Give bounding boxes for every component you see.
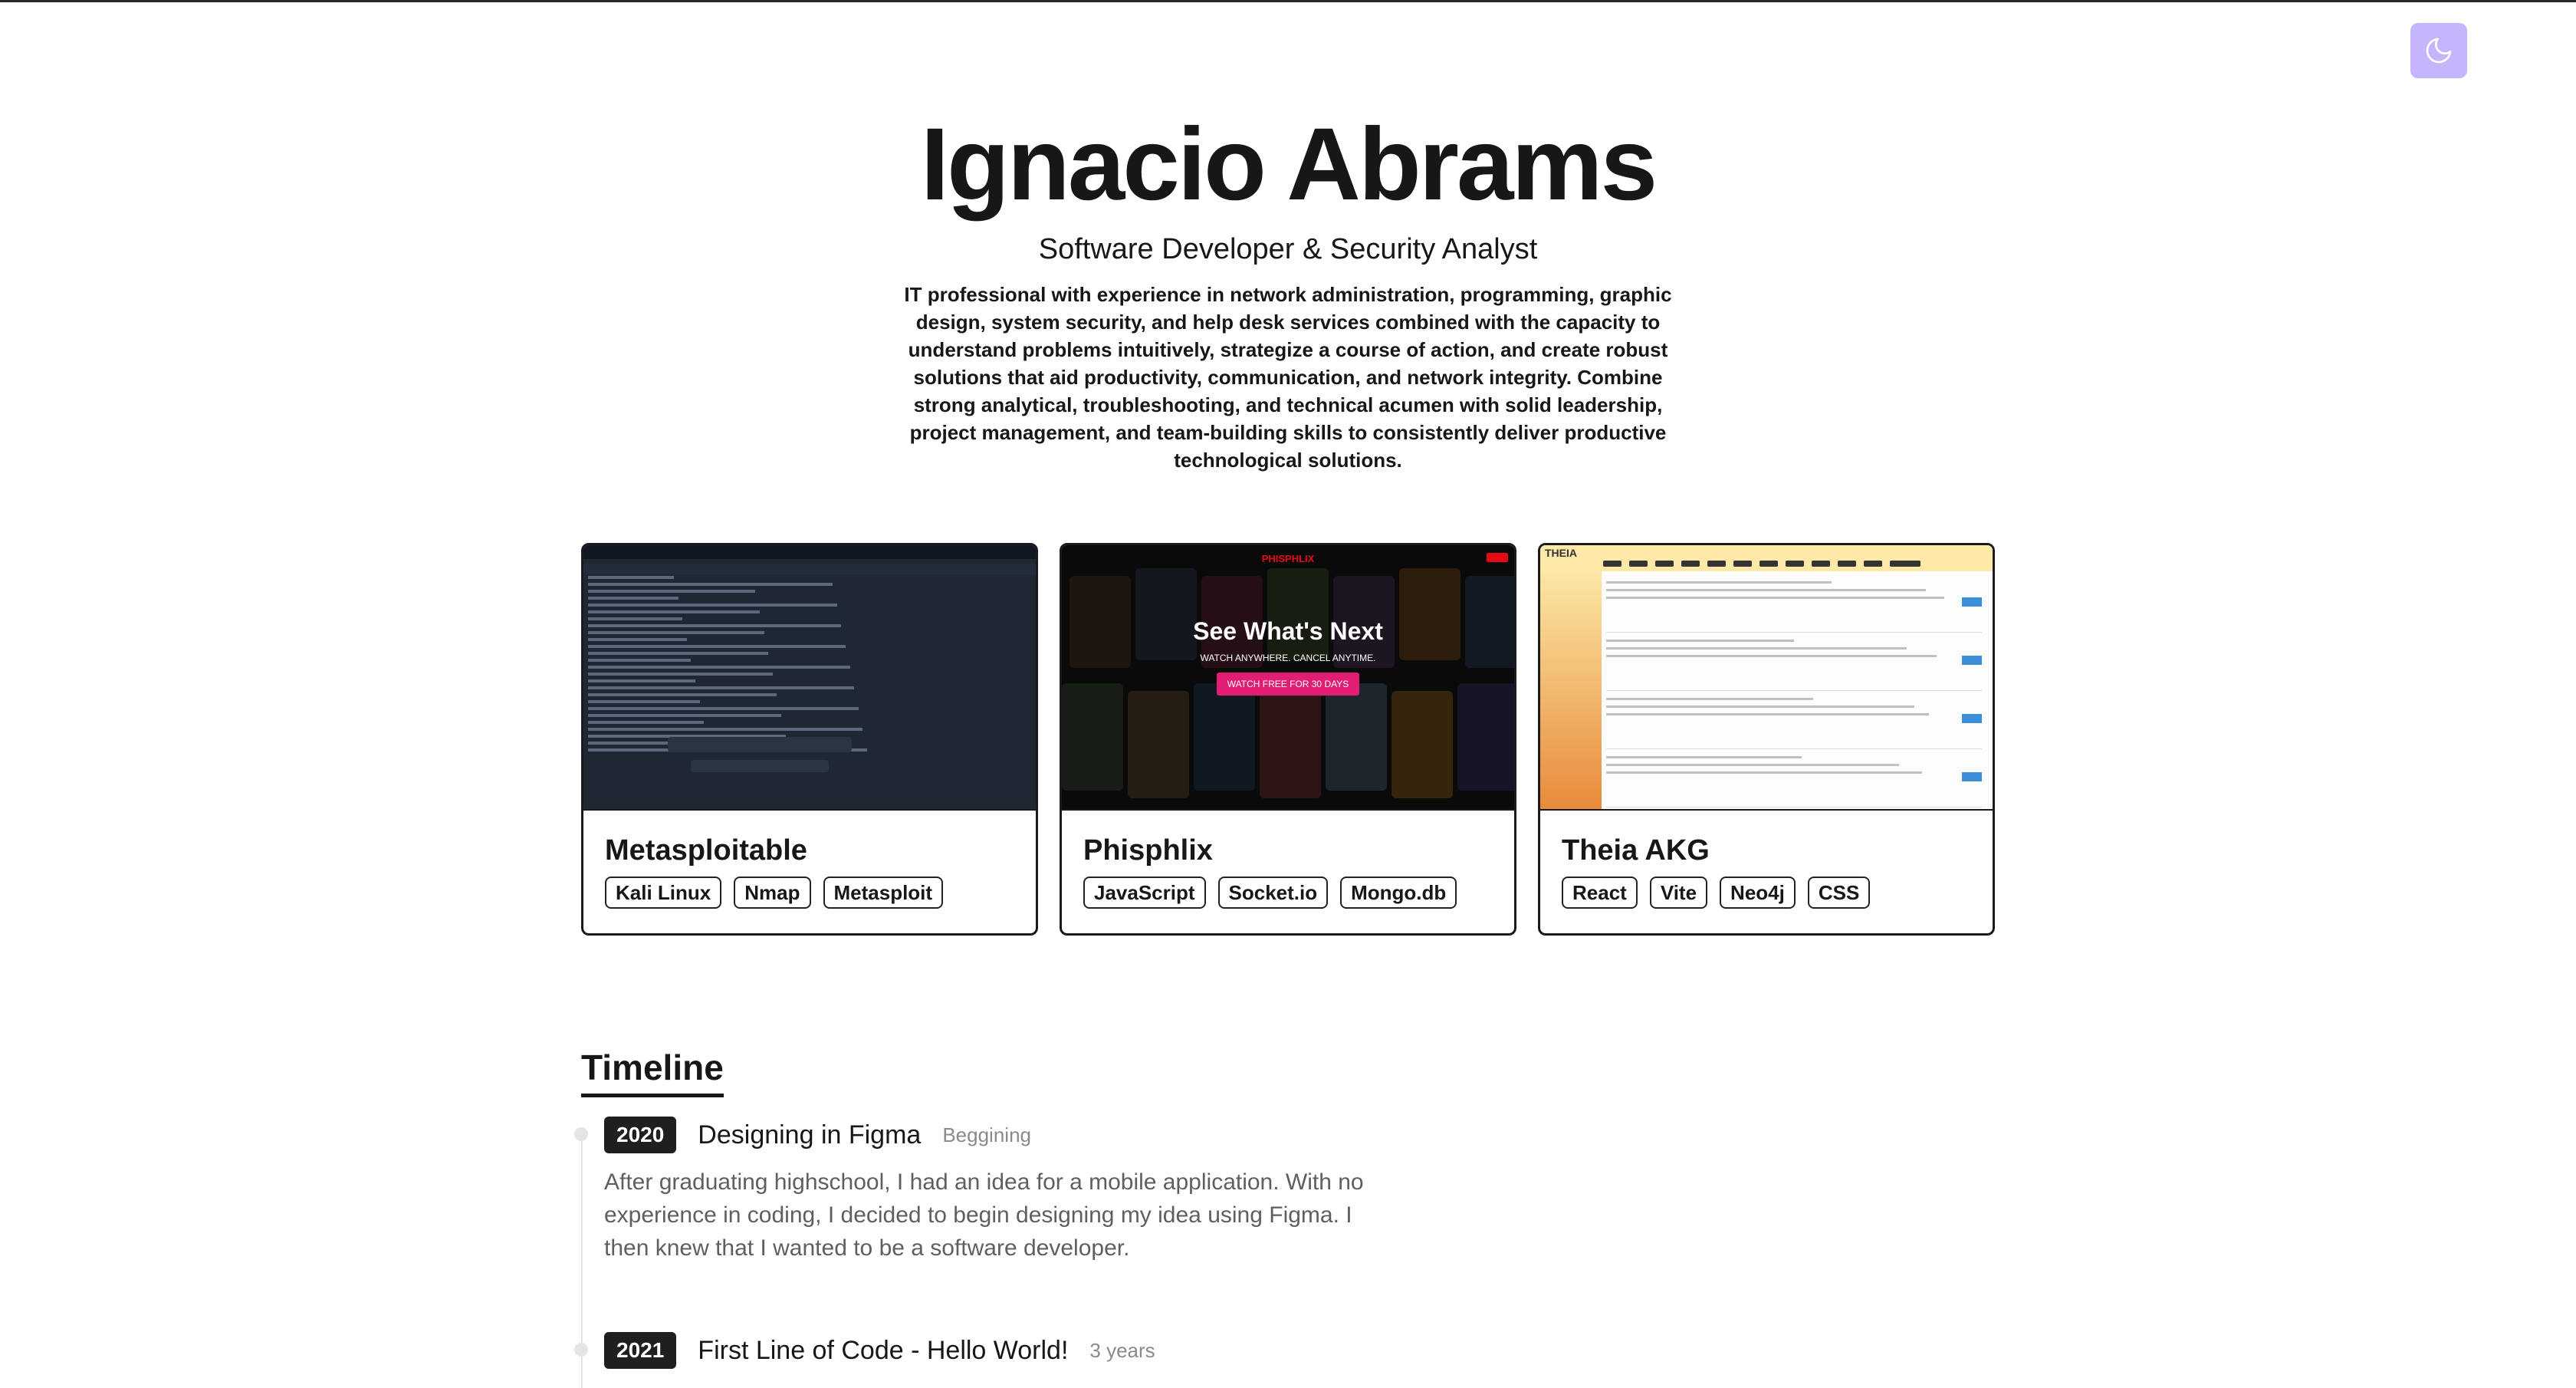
project-thumbnail: THEIA: [1540, 545, 1993, 811]
timeline-item: 2020 Designing in Figma Beggining After …: [574, 1117, 1394, 1265]
tag: Socket.io: [1217, 877, 1329, 909]
year-badge: 2020: [604, 1117, 677, 1153]
tag: React: [1562, 877, 1638, 909]
terminal-line: [588, 700, 700, 703]
project-title: Phisphlix: [1083, 834, 1213, 867]
year-badge: 2021: [604, 1332, 677, 1369]
tag: JavaScript: [1083, 877, 1206, 909]
thumb-subline: WATCH ANYWHERE. CANCEL ANYTIME.: [1200, 653, 1376, 663]
phisphlix-logo: PHISPHLIX: [1261, 553, 1315, 564]
terminal-line: [588, 721, 705, 724]
project-tags: JavaScript Socket.io Mongo.db: [1083, 877, 1514, 909]
terminal-line: [588, 624, 842, 627]
tag: Kali Linux: [605, 877, 722, 909]
terminal-line: [588, 610, 760, 613]
tag: Mongo.db: [1340, 877, 1457, 909]
moon-icon: [2426, 38, 2452, 64]
terminal-line: [588, 590, 756, 593]
project-title: Theia AKG: [1562, 834, 1710, 867]
terminal-line: [588, 576, 674, 579]
project-tags: React Vite Neo4j CSS: [1562, 877, 1993, 909]
top-border: [0, 0, 2576, 2]
terminal-line: [588, 638, 687, 641]
terminal-line: [588, 666, 850, 669]
project-thumbnail: PHISPHLIX See What's Next WATCH ANYWHERE…: [1062, 545, 1514, 811]
terminal-line: [588, 714, 781, 717]
terminal-line: [588, 679, 695, 682]
project-thumbnail: [583, 545, 1036, 811]
timeline-title: Designing in Figma: [698, 1120, 922, 1150]
page-title: Ignacio Abrams: [920, 107, 1658, 222]
terminal-line: [588, 604, 837, 607]
project-title: Metasploitable: [605, 834, 807, 867]
tag: Metasploit: [823, 877, 944, 909]
thumb-headline: See What's Next: [1193, 617, 1383, 645]
terminal-line: [588, 597, 678, 600]
job-role: Software Developer & Security Analyst: [1038, 233, 1538, 265]
terminal-line: [588, 631, 764, 634]
timeline-title: First Line of Code - Hello World!: [698, 1335, 1069, 1365]
thumb-cta: WATCH FREE FOR 30 DAYS: [1216, 673, 1360, 696]
theme-toggle-button[interactable]: [2410, 23, 2467, 78]
tag: Neo4j: [1720, 877, 1796, 909]
tag: Vite: [1649, 877, 1708, 909]
terminal-line: [588, 693, 777, 696]
theia-logo: THEIA: [1545, 547, 1577, 559]
project-card-theia[interactable]: THEIA Theia AKG React Vite Neo4j CSS: [1538, 543, 1995, 936]
projects-grid: Metasploitable Kali Linux Nmap Metasploi…: [581, 543, 1995, 936]
terminal-line: [588, 673, 773, 676]
hero-header: Ignacio Abrams Software Developer & Secu…: [0, 107, 2576, 474]
timeline-duration: 3 years: [1089, 1338, 1155, 1362]
terminal-line: [588, 583, 833, 586]
terminal-line: [588, 652, 769, 655]
terminal-line: [588, 617, 683, 620]
timeline-dot: [574, 1343, 588, 1357]
terminal-line: [588, 645, 846, 648]
timeline-item: 2021 First Line of Code - Hello World! 3…: [574, 1332, 1155, 1369]
timeline-dot: [574, 1127, 588, 1141]
terminal-line: [588, 686, 855, 689]
terminal-line: [588, 707, 859, 710]
tag: CSS: [1807, 877, 1871, 909]
terminal-line: [588, 659, 692, 662]
bio-text: IT professional with experience in netwo…: [904, 283, 1672, 472]
timeline-description: After graduating highschool, I had an id…: [604, 1169, 1364, 1261]
project-card-metasploitable[interactable]: Metasploitable Kali Linux Nmap Metasploi…: [581, 543, 1038, 936]
terminal-line: [588, 728, 863, 731]
timeline-duration: Beggining: [942, 1123, 1031, 1146]
tag: Nmap: [734, 877, 811, 909]
timeline-heading: Timeline: [581, 1046, 724, 1097]
project-card-phisphlix[interactable]: PHISPHLIX See What's Next WATCH ANYWHERE…: [1060, 543, 1516, 936]
project-tags: Kali Linux Nmap Metasploit: [605, 877, 1036, 909]
